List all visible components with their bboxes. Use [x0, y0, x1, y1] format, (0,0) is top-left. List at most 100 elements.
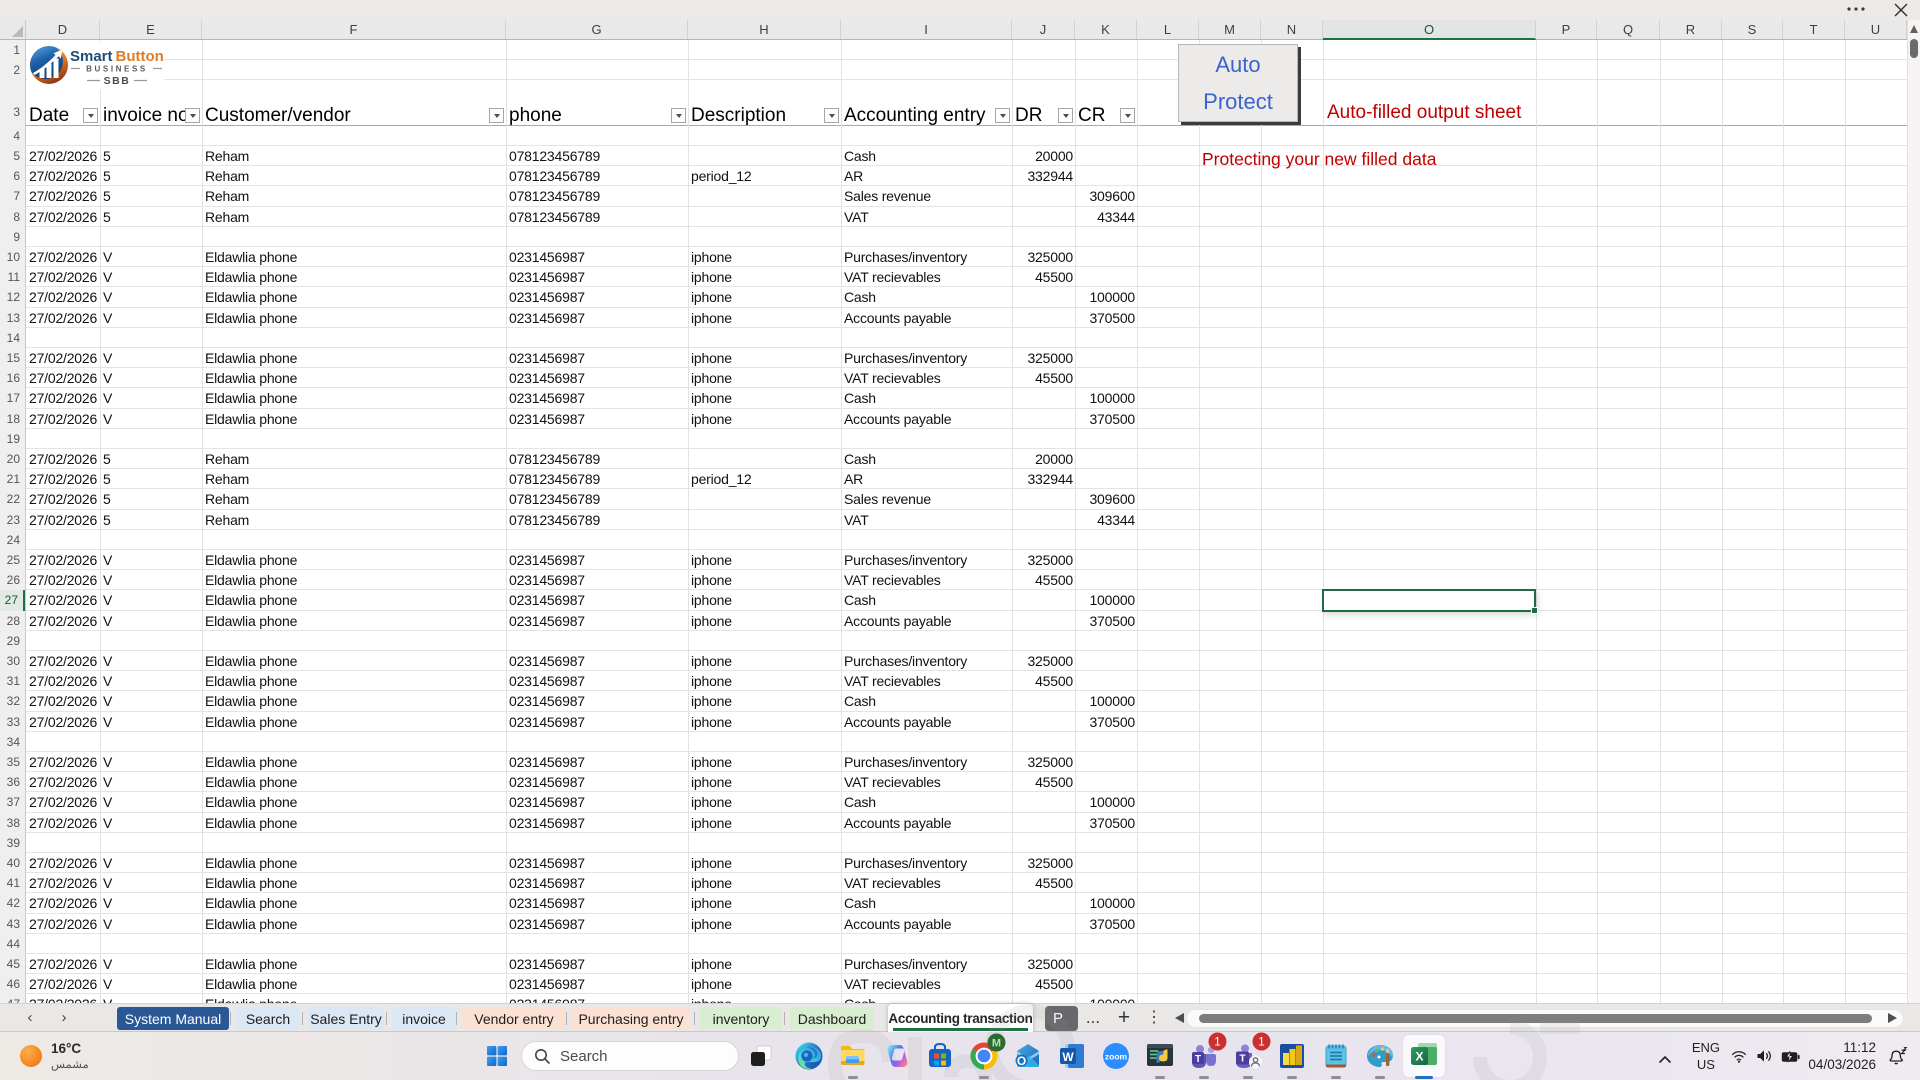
- cell-K[interactable]: 370500: [1078, 713, 1135, 732]
- cell-D[interactable]: 27/02/2026: [29, 187, 98, 206]
- row-header-30[interactable]: 30: [0, 651, 25, 671]
- row-header-34[interactable]: 34: [0, 732, 25, 752]
- edge-icon[interactable]: [791, 1038, 827, 1074]
- filter-dropdown-icon[interactable]: [824, 108, 839, 123]
- cell-G[interactable]: 0231456987: [509, 612, 686, 631]
- task-view-icon[interactable]: [743, 1038, 779, 1074]
- cell-D[interactable]: 27/02/2026: [29, 571, 98, 590]
- row-header-25[interactable]: 25: [0, 550, 25, 570]
- cell-K[interactable]: 100000: [1078, 288, 1135, 307]
- cell-E[interactable]: 5: [103, 470, 200, 489]
- cell-D[interactable]: 27/02/2026: [29, 773, 98, 792]
- cell-G[interactable]: 0231456987: [509, 814, 686, 833]
- cell-D[interactable]: 27/02/2026: [29, 955, 98, 974]
- cell-H[interactable]: iphone: [691, 672, 839, 691]
- cell-F[interactable]: Eldawlia phone: [205, 915, 504, 934]
- cell-E[interactable]: V: [103, 995, 200, 1003]
- excel-icon[interactable]: X: [1406, 1038, 1442, 1074]
- cell-F[interactable]: Eldawlia phone: [205, 874, 504, 893]
- column-header-S[interactable]: S: [1722, 20, 1783, 39]
- spreadsheet-grid[interactable]: SmartButtonBUSINESSSBBDateinvoice no.Cus…: [26, 40, 1907, 1003]
- row-header-15[interactable]: 15: [0, 348, 25, 368]
- cell-H[interactable]: iphone: [691, 571, 839, 590]
- scroll-right-icon[interactable]: [1888, 1013, 1897, 1023]
- fill-handle[interactable]: [1531, 607, 1538, 614]
- cell-D[interactable]: 27/02/2026: [29, 591, 98, 610]
- cell-E[interactable]: V: [103, 591, 200, 610]
- cell-D[interactable]: 27/02/2026: [29, 248, 98, 267]
- microsoft-store-icon[interactable]: [922, 1038, 958, 1074]
- cell-I[interactable]: Cash: [844, 389, 1010, 408]
- cell-G[interactable]: 0231456987: [509, 672, 686, 691]
- cell-E[interactable]: V: [103, 309, 200, 328]
- row-header-10[interactable]: 10: [0, 247, 25, 267]
- row-header-5[interactable]: 5: [0, 146, 25, 166]
- cell-F[interactable]: Reham: [205, 450, 504, 469]
- cell-G[interactable]: 0231456987: [509, 773, 686, 792]
- sheet-tab-partial[interactable]: P: [1045, 1006, 1078, 1031]
- column-header-F[interactable]: F: [202, 20, 506, 39]
- teams-icon[interactable]: T1: [1186, 1038, 1222, 1074]
- cell-E[interactable]: V: [103, 389, 200, 408]
- cell-H[interactable]: iphone: [691, 612, 839, 631]
- tray-expand-icon[interactable]: [1658, 1051, 1672, 1069]
- cell-I[interactable]: Cash: [844, 450, 1010, 469]
- cell-I[interactable]: Cash: [844, 147, 1010, 166]
- cell-F[interactable]: Reham: [205, 470, 504, 489]
- cell-D[interactable]: 27/02/2026: [29, 672, 98, 691]
- row-header-7[interactable]: 7: [0, 186, 25, 206]
- cell-H[interactable]: iphone: [691, 793, 839, 812]
- cell-D[interactable]: 27/02/2026: [29, 753, 98, 772]
- cell-I[interactable]: VAT recievables: [844, 268, 1010, 287]
- cell-H[interactable]: iphone: [691, 814, 839, 833]
- cell-K[interactable]: 100000: [1078, 591, 1135, 610]
- cell-I[interactable]: Cash: [844, 692, 1010, 711]
- cell-H[interactable]: iphone: [691, 773, 839, 792]
- cell-D[interactable]: 27/02/2026: [29, 874, 98, 893]
- cell-G[interactable]: 078123456789: [509, 167, 686, 186]
- cell-J[interactable]: 45500: [1015, 369, 1073, 388]
- cell-D[interactable]: 27/02/2026: [29, 490, 98, 509]
- filter-dropdown-icon[interactable]: [489, 108, 504, 123]
- cell-J[interactable]: 325000: [1015, 753, 1073, 772]
- row-header-35[interactable]: 35: [0, 752, 25, 772]
- cell-I[interactable]: VAT: [844, 511, 1010, 530]
- cell-K[interactable]: 370500: [1078, 612, 1135, 631]
- new-sheet-icon[interactable]: +: [1113, 1004, 1135, 1032]
- sheet-tab-sales-entry[interactable]: Sales Entry: [308, 1007, 384, 1030]
- cell-I[interactable]: Accounts payable: [844, 915, 1010, 934]
- cell-J[interactable]: 20000: [1015, 147, 1073, 166]
- cell-E[interactable]: V: [103, 814, 200, 833]
- cell-I[interactable]: Accounts payable: [844, 713, 1010, 732]
- cell-E[interactable]: V: [103, 874, 200, 893]
- column-header-H[interactable]: H: [688, 20, 841, 39]
- cell-E[interactable]: V: [103, 551, 200, 570]
- cell-J[interactable]: 45500: [1015, 874, 1073, 893]
- cell-J[interactable]: 45500: [1015, 975, 1073, 994]
- cell-F[interactable]: Eldawlia phone: [205, 248, 504, 267]
- cell-E[interactable]: V: [103, 955, 200, 974]
- cell-H[interactable]: iphone: [691, 268, 839, 287]
- tabs-scroll-right-icon[interactable]: ›: [56, 1010, 72, 1026]
- cell-H[interactable]: iphone: [691, 894, 839, 913]
- cell-D[interactable]: 27/02/2026: [29, 915, 98, 934]
- cell-I[interactable]: Purchases/inventory: [844, 349, 1010, 368]
- cell-E[interactable]: 5: [103, 167, 200, 186]
- cell-F[interactable]: Eldawlia phone: [205, 713, 504, 732]
- weather-widget[interactable]: 16°Cمشمس: [20, 1032, 89, 1080]
- cell-F[interactable]: Eldawlia phone: [205, 672, 504, 691]
- filter-dropdown-icon[interactable]: [671, 108, 686, 123]
- cell-E[interactable]: V: [103, 854, 200, 873]
- cell-I[interactable]: Cash: [844, 793, 1010, 812]
- cell-G[interactable]: 0231456987: [509, 995, 686, 1003]
- cell-J[interactable]: 325000: [1015, 349, 1073, 368]
- cell-F[interactable]: Reham: [205, 511, 504, 530]
- cell-I[interactable]: Accounts payable: [844, 410, 1010, 429]
- cell-G[interactable]: 0231456987: [509, 591, 686, 610]
- cell-H[interactable]: period_12: [691, 470, 839, 489]
- filter-dropdown-icon[interactable]: [1120, 108, 1135, 123]
- cell-J[interactable]: 325000: [1015, 652, 1073, 671]
- cell-I[interactable]: Cash: [844, 995, 1010, 1003]
- cell-I[interactable]: Purchases/inventory: [844, 753, 1010, 772]
- cell-G[interactable]: 0231456987: [509, 874, 686, 893]
